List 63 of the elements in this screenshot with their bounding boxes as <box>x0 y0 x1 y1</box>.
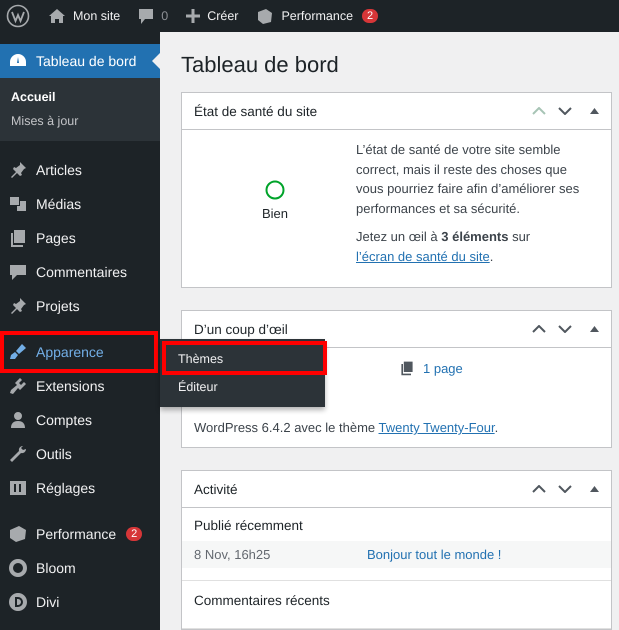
menu-item[interactable]: Pages <box>0 221 160 255</box>
brush-icon <box>8 342 28 362</box>
menu-item[interactable]: Bloom <box>0 551 160 585</box>
menu-item[interactable]: Projets <box>0 289 160 323</box>
menu-item[interactable]: Divi <box>0 585 160 619</box>
site-health-link[interactable]: l’écran de santé du site <box>356 248 490 264</box>
status-label: Bien <box>262 206 288 221</box>
version-info: WordPress 6.4.2 avec le thème Twenty Twenty-Four. <box>194 420 500 435</box>
card-title: État de santé du site <box>194 104 318 118</box>
menu-item[interactable]: Comptes <box>0 403 160 437</box>
menu-item[interactable]: Apparence <box>0 335 160 369</box>
menu-item[interactable]: Tableau de bord <box>0 44 160 78</box>
media-icon <box>8 194 28 214</box>
status-ring-icon <box>265 180 285 200</box>
home-icon <box>48 8 66 24</box>
menu-item[interactable]: Commentaires <box>0 255 160 289</box>
pages-icon <box>8 228 28 248</box>
user-icon <box>8 410 28 430</box>
chevron-up-icon[interactable] <box>532 485 546 493</box>
menu-item[interactable]: Articles <box>0 153 160 187</box>
pages-count-link[interactable]: 1 page <box>423 360 463 376</box>
menu-item[interactable]: Performance 2 <box>0 517 160 551</box>
health-note: Jetez un œil à 3 éléments sur l’écran de santé du site. <box>356 228 532 266</box>
cube-icon <box>256 7 274 25</box>
comment-icon <box>8 262 28 282</box>
collapse-triangle-icon[interactable] <box>590 486 599 492</box>
theme-link[interactable]: Twenty Twenty-Four <box>378 420 495 435</box>
post-date: 8 Nov, 16h25 <box>194 547 272 562</box>
chevron-down-icon[interactable] <box>558 485 572 493</box>
health-description: L’état de santé de votre site semble correct, mais il reste des choses que vous pourriez faire afin d’améliorer ses performances et sa sécurité. <box>356 141 580 218</box>
comment-icon <box>138 8 154 24</box>
menu-item[interactable]: Médias <box>0 187 160 221</box>
collapse-triangle-icon[interactable] <box>590 326 599 332</box>
bloom-icon <box>8 558 28 578</box>
page-title: Tableau de bord <box>181 52 340 78</box>
section-heading: Commentaires récents <box>193 592 331 610</box>
plus-icon <box>186 9 200 23</box>
performance-link[interactable]: Performance <box>281 9 354 23</box>
chevron-up-icon[interactable] <box>532 325 546 333</box>
collapse-triangle-icon[interactable] <box>590 108 599 114</box>
notification-badge: 2 <box>362 9 378 23</box>
chevron-down-icon[interactable] <box>558 107 572 115</box>
submenu-item[interactable]: Accueil <box>0 85 66 109</box>
wordpress-logo-icon[interactable] <box>6 4 30 28</box>
notification-badge: 2 <box>126 527 142 541</box>
cube-icon <box>8 524 28 544</box>
submenu-item[interactable]: Thèmes <box>160 352 224 366</box>
wrench-icon <box>8 444 28 464</box>
card-title: Activité <box>194 482 239 496</box>
pages-icon <box>399 360 415 376</box>
new-link[interactable]: Créer <box>207 9 238 23</box>
submenu-item[interactable]: Mises à jour <box>0 109 90 133</box>
card-title: D’un coup d’œil <box>194 322 289 336</box>
submenu-item[interactable]: Éditeur <box>160 380 218 394</box>
divi-icon <box>8 592 28 612</box>
section-heading: Publié récemment <box>193 517 304 535</box>
post-link[interactable]: Bonjour tout le monde ! <box>367 547 502 562</box>
menu-item[interactable]: Réglages <box>0 471 160 505</box>
comment-count[interactable]: 0 <box>161 9 168 23</box>
menu-item[interactable]: Outils <box>0 437 160 471</box>
menu-item[interactable]: Extensions <box>0 369 160 403</box>
site-link[interactable]: Mon site <box>73 9 120 23</box>
chevron-down-icon[interactable] <box>558 325 572 333</box>
